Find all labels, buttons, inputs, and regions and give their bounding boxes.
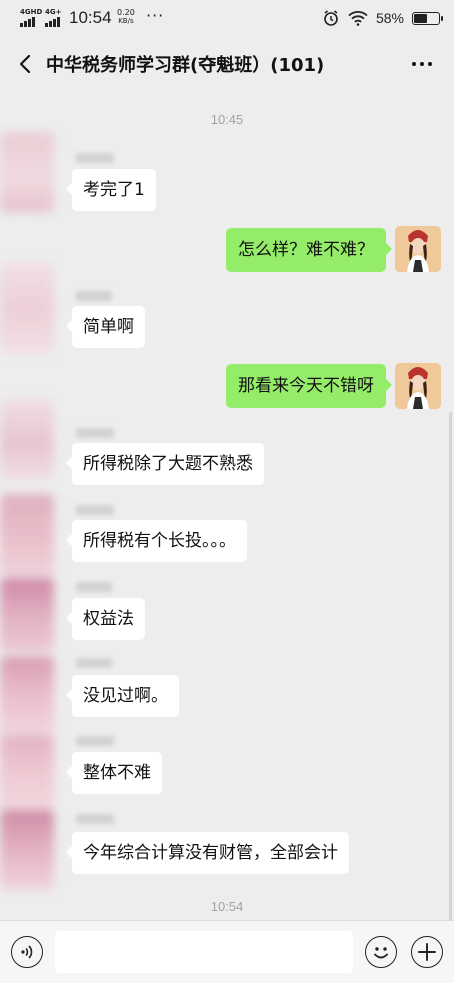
message-timestamp: 10:54 xyxy=(210,899,244,914)
sender-avatar[interactable] xyxy=(0,262,54,354)
notification-overflow: ··· xyxy=(146,6,165,25)
chat-header: 中华税务师学习群(夺魁班）(101) xyxy=(0,36,454,92)
message-bubble[interactable]: 所得税除了大题不熟悉 xyxy=(66,443,264,485)
my-avatar[interactable] xyxy=(395,363,441,409)
sender-name xyxy=(76,582,112,592)
message-bubble[interactable]: 没见过啊。 xyxy=(66,675,179,717)
battery-icon xyxy=(412,11,443,25)
message-bubble[interactable]: 简单啊 xyxy=(66,306,145,348)
emoji-button[interactable] xyxy=(365,936,397,968)
sender-avatar[interactable] xyxy=(0,810,54,890)
battery-percentage: 58% xyxy=(375,10,404,26)
scrollbar[interactable] xyxy=(449,412,452,922)
message-input[interactable] xyxy=(55,931,353,973)
sender-avatar[interactable] xyxy=(0,132,54,212)
sender-name xyxy=(76,153,114,163)
emoji-icon xyxy=(374,947,388,959)
sender-avatar[interactable] xyxy=(0,400,54,480)
message-bubble[interactable]: 考完了1 xyxy=(66,169,156,211)
more-actions-button[interactable] xyxy=(411,936,443,968)
message-bubble[interactable]: 权益法 xyxy=(66,598,145,640)
network-speed: 0.20 KB/s xyxy=(117,8,135,25)
my-message-bubble[interactable]: 那看来今天不错呀 xyxy=(226,364,392,408)
sender-name xyxy=(76,736,114,746)
sender-avatar[interactable] xyxy=(0,656,54,734)
sender-name xyxy=(76,428,114,438)
chat-title: 中华税务师学习群(夺魁班）(101) xyxy=(46,55,325,76)
sender-name xyxy=(76,814,114,824)
alarm-icon xyxy=(324,10,338,26)
cell-signal-2-icon: 4G+ xyxy=(45,8,65,27)
message-bubble[interactable]: 所得税有个长投。。。 xyxy=(66,520,247,562)
status-bar: 4GHD 4G+ 10:54 0.20 KB/s ··· 58% xyxy=(0,0,454,36)
status-time: 10:54 xyxy=(69,8,112,27)
girl-avatar-icon xyxy=(395,226,441,272)
sender-avatar[interactable] xyxy=(0,578,54,652)
girl-avatar-icon xyxy=(395,363,441,409)
message-bubble[interactable]: 今年综合计算没有财管，全部会计 xyxy=(66,832,349,874)
message-bubble[interactable]: 整体不难 xyxy=(66,752,162,794)
message-timestamp: 10:45 xyxy=(210,112,244,127)
more-dots-icon xyxy=(412,62,416,66)
voice-button[interactable] xyxy=(11,936,43,968)
sender-name xyxy=(76,291,112,301)
sender-name xyxy=(76,658,112,668)
plus-icon xyxy=(418,943,436,961)
voice-icon xyxy=(21,945,33,959)
wifi-icon xyxy=(348,11,368,26)
more-options-button[interactable] xyxy=(408,50,436,78)
cell-signal-1-icon: 4GHD xyxy=(20,8,42,27)
sender-avatar[interactable] xyxy=(0,734,54,814)
back-button[interactable] xyxy=(12,50,40,78)
sender-name xyxy=(76,505,114,515)
chat-input-bar xyxy=(0,920,454,983)
my-avatar[interactable] xyxy=(395,226,441,272)
status-right: 58% xyxy=(322,8,443,28)
my-message-bubble[interactable]: 怎么样？难不难？ xyxy=(226,228,392,272)
sender-avatar[interactable] xyxy=(0,494,54,578)
chevron-left-icon xyxy=(19,54,31,74)
